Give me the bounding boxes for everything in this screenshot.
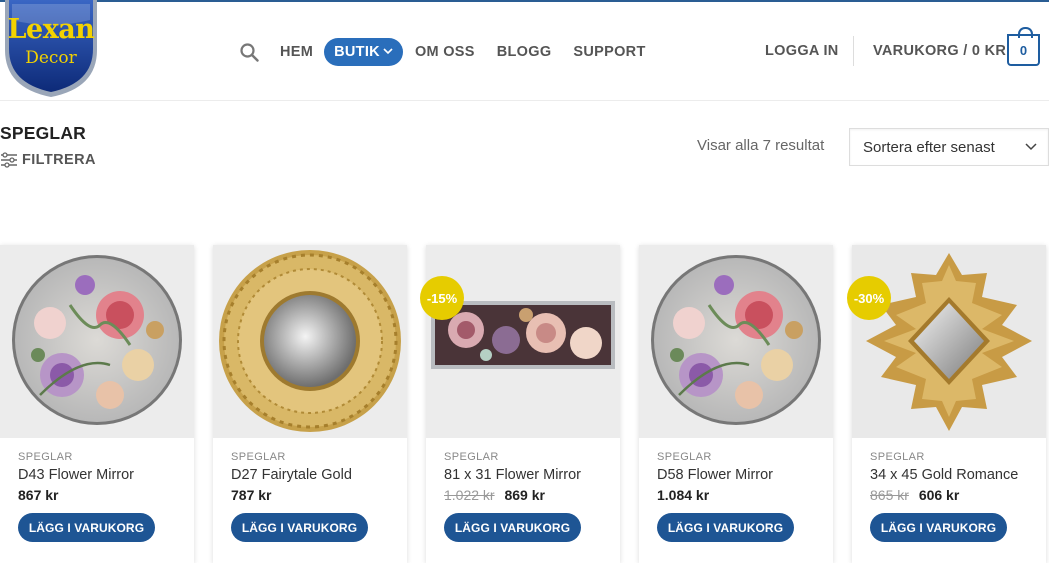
product-card[interactable]: SPEGLAR D43 Flower Mirror 867 kr LÄGG I … <box>0 245 194 563</box>
product-current-price: 606 kr <box>918 487 960 503</box>
product-category[interactable]: SPEGLAR <box>657 451 712 463</box>
filter-button[interactable]: FILTRERA <box>0 152 96 168</box>
product-image[interactable] <box>426 245 620 438</box>
product-price: 867 kr <box>18 487 58 503</box>
product-image[interactable] <box>852 245 1046 438</box>
product-grid: SPEGLAR D43 Flower Mirror 867 kr LÄGG I … <box>0 245 1049 563</box>
cart-bag-icon[interactable]: 0 <box>1007 27 1040 66</box>
page-title: SPEGLAR <box>0 123 86 143</box>
chevron-down-icon <box>383 47 393 58</box>
nav-item-butik[interactable]: BUTIK <box>324 38 403 66</box>
add-to-cart-button[interactable]: LÄGG I VARUKORG <box>657 513 794 542</box>
filter-label: FILTRERA <box>22 152 96 168</box>
nav-item-support[interactable]: SUPPORT <box>573 44 645 60</box>
cart-count: 0 <box>1019 42 1028 58</box>
chevron-down-icon <box>1025 143 1037 151</box>
nav-item-om-oss[interactable]: OM OSS <box>415 44 475 60</box>
product-name[interactable]: 81 x 31 Flower Mirror <box>444 467 581 483</box>
product-current-price: 869 kr <box>504 487 545 503</box>
sale-badge: -15% <box>420 276 464 320</box>
nav-item-blogg[interactable]: BLOGG <box>497 44 552 60</box>
product-price: 1.022 kr 869 kr <box>444 487 545 503</box>
add-to-cart-button[interactable]: LÄGG I VARUKORG <box>870 513 1007 542</box>
sort-select[interactable]: Sortera efter senast <box>849 128 1049 166</box>
search-icon[interactable] <box>240 42 260 62</box>
product-card[interactable]: SPEGLAR D27 Fairytale Gold 787 kr LÄGG I… <box>213 245 407 563</box>
product-name[interactable]: 34 x 45 Gold Romance <box>870 467 1018 483</box>
product-image[interactable] <box>213 245 407 438</box>
cart-link[interactable]: VARUKORG / 0 KR <box>873 43 1006 59</box>
sale-badge: -30% <box>847 276 891 320</box>
product-name[interactable]: D43 Flower Mirror <box>18 467 134 483</box>
add-to-cart-button[interactable]: LÄGG I VARUKORG <box>444 513 581 542</box>
product-image[interactable] <box>0 245 194 438</box>
product-card[interactable]: SPEGLAR D58 Flower Mirror 1.084 kr LÄGG … <box>639 245 833 563</box>
product-old-price: 1.022 kr <box>444 487 495 503</box>
product-old-price: 865 kr <box>870 487 909 503</box>
logo-text-secondary: Decor <box>25 48 77 68</box>
product-current-price: 1.084 kr <box>657 487 710 503</box>
logo-text-primary: Lexan <box>7 14 95 45</box>
sliders-icon <box>1 152 17 168</box>
main-nav: HEM BUTIK OM OSS BLOGG SUPPORT <box>240 38 668 66</box>
logo[interactable]: Lexan Decor <box>2 0 100 98</box>
add-to-cart-button[interactable]: LÄGG I VARUKORG <box>231 513 368 542</box>
site-header: Lexan Decor HEM BUTIK OM OSS BLOGG SUPPO… <box>0 0 1049 101</box>
nav-item-butik-label: BUTIK <box>334 44 380 60</box>
sort-select-value: Sortera efter senast <box>863 139 995 156</box>
product-price: 865 kr 606 kr <box>870 487 959 503</box>
product-image[interactable] <box>639 245 833 438</box>
product-category[interactable]: SPEGLAR <box>444 451 499 463</box>
login-link[interactable]: LOGGA IN <box>765 43 839 59</box>
product-name[interactable]: D58 Flower Mirror <box>657 467 773 483</box>
product-name[interactable]: D27 Fairytale Gold <box>231 467 352 483</box>
add-to-cart-button[interactable]: LÄGG I VARUKORG <box>18 513 155 542</box>
product-price: 787 kr <box>231 487 271 503</box>
product-current-price: 787 kr <box>231 487 272 503</box>
results-count: Visar alla 7 resultat <box>697 137 825 154</box>
product-category[interactable]: SPEGLAR <box>231 451 286 463</box>
product-price: 1.084 kr <box>657 487 709 503</box>
header-divider <box>853 36 854 66</box>
product-current-price: 867 kr <box>18 487 59 503</box>
product-category[interactable]: SPEGLAR <box>18 451 73 463</box>
product-category[interactable]: SPEGLAR <box>870 451 925 463</box>
nav-item-hem[interactable]: HEM <box>280 44 313 60</box>
